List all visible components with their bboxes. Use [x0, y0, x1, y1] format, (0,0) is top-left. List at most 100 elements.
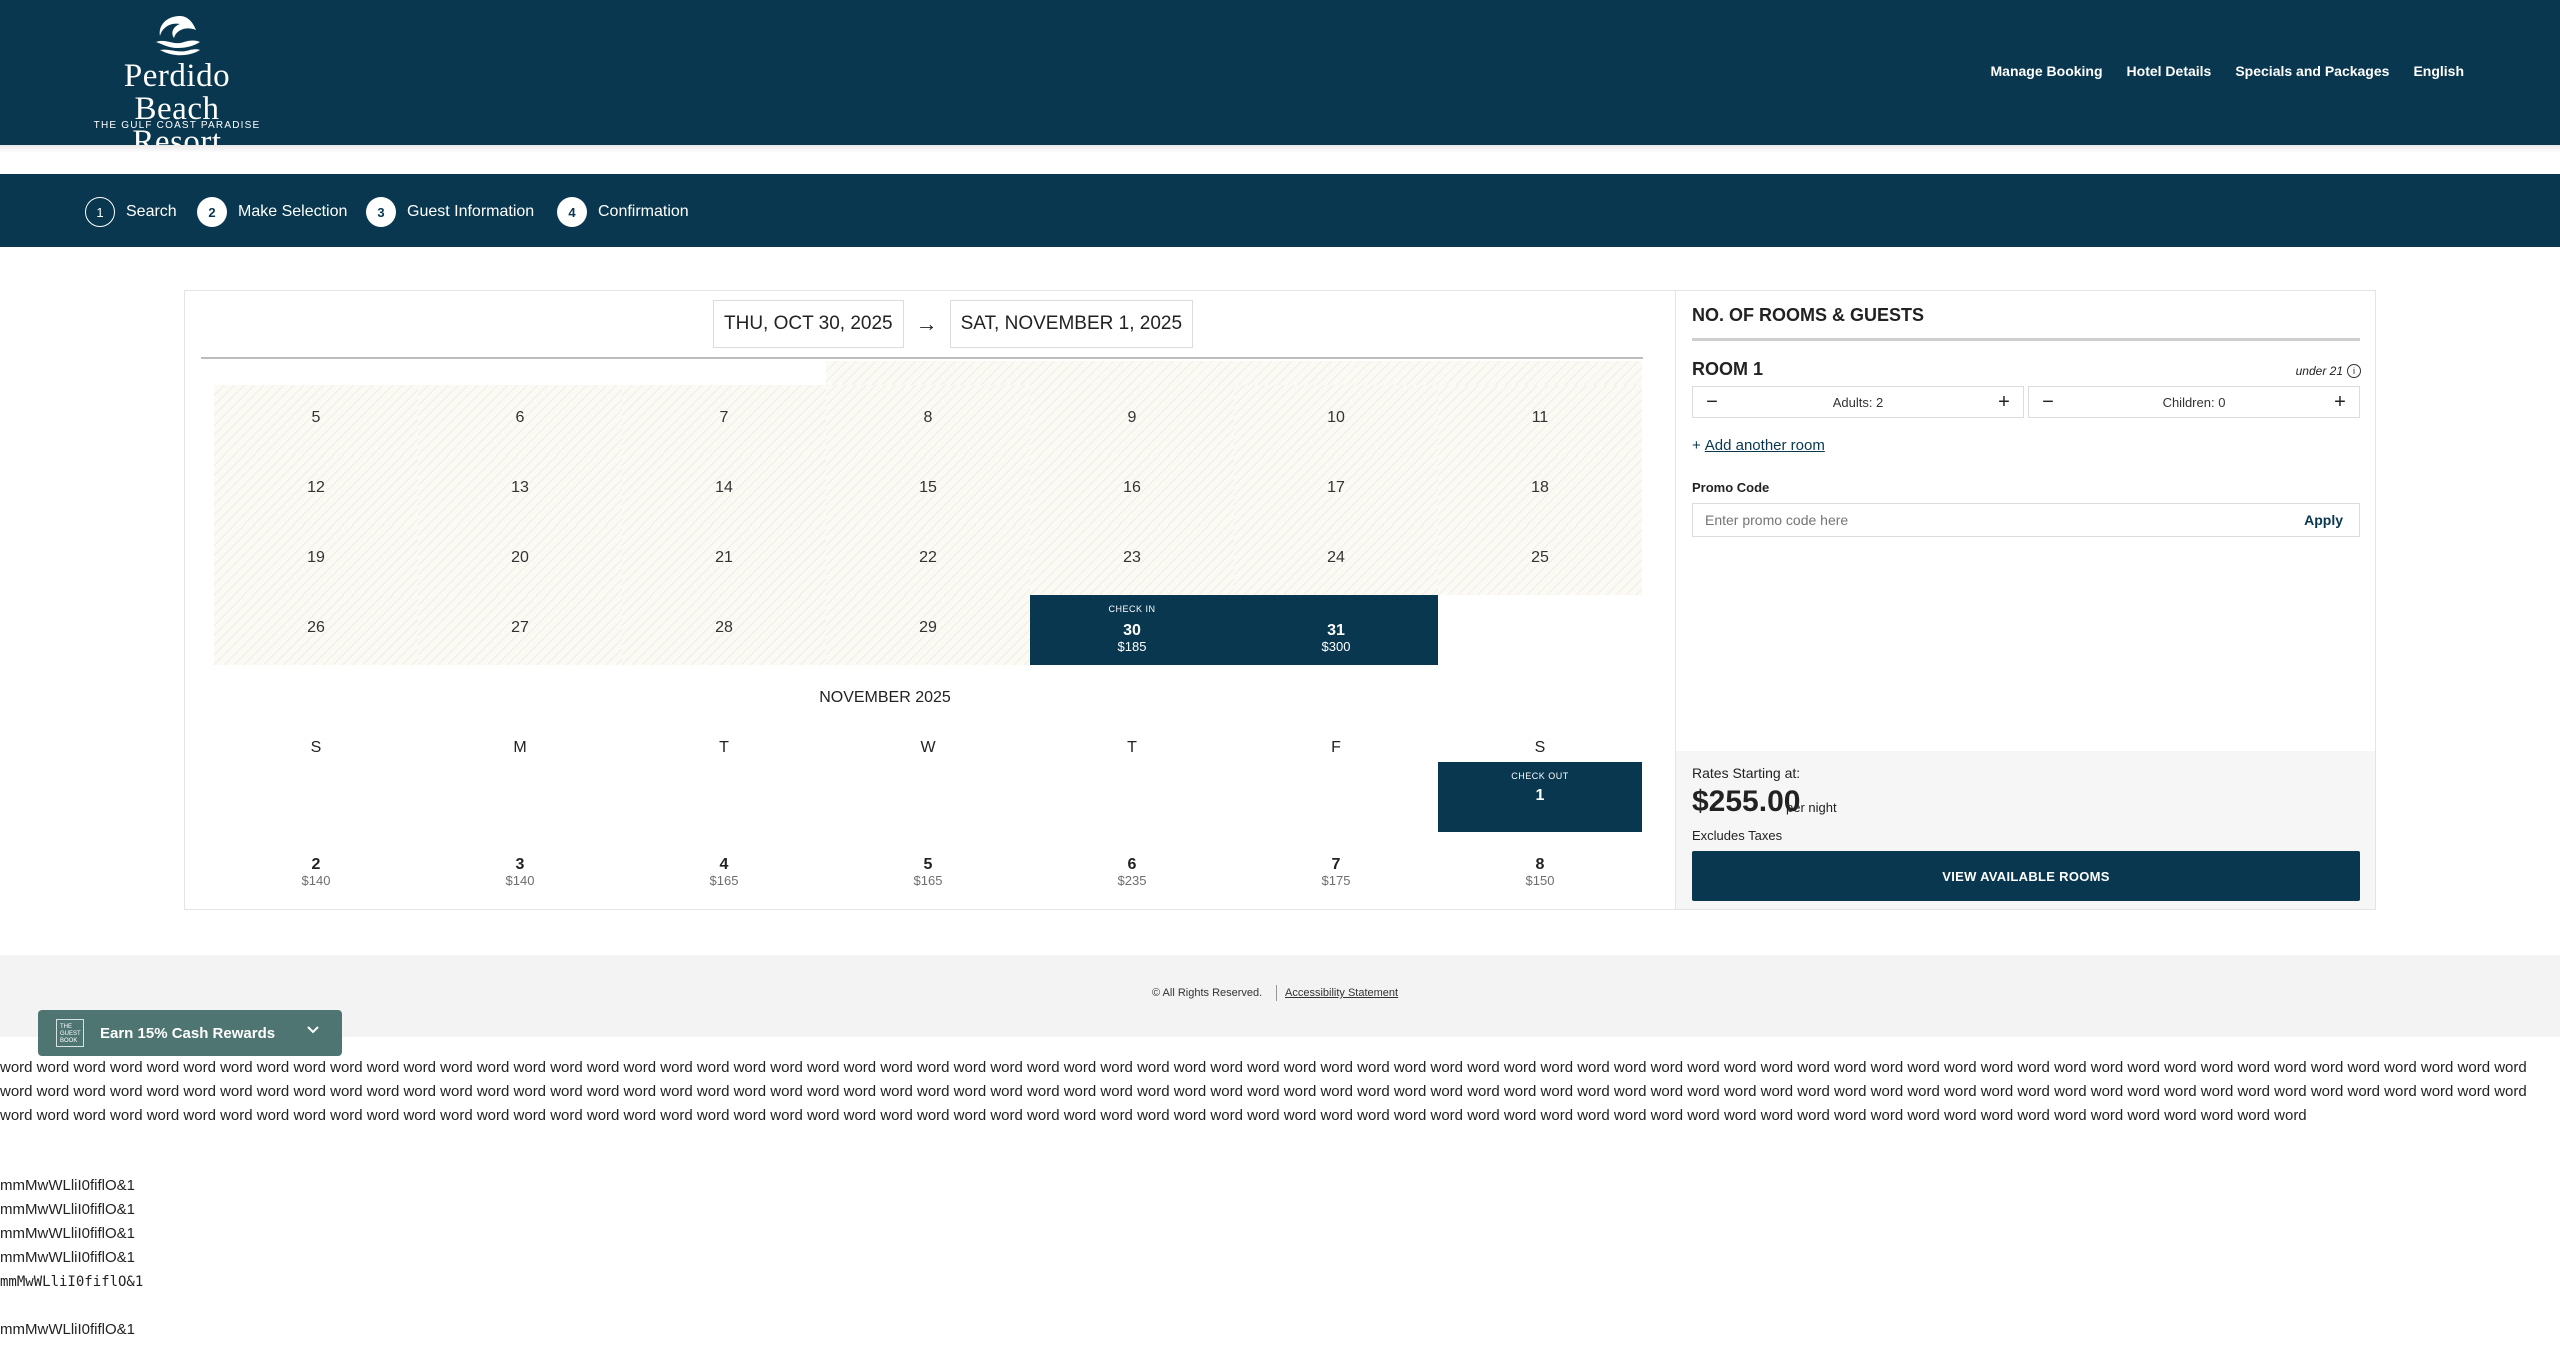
calendar-day[interactable]: 27	[418, 595, 622, 665]
calendar-day[interactable]: 5	[214, 385, 418, 455]
calendar-day[interactable]: 28	[622, 595, 826, 665]
step-make-selection[interactable]: 2 Make Selection	[197, 196, 347, 228]
calendar-day[interactable]: 6	[418, 385, 622, 455]
calendar-day[interactable]: 5 $165	[826, 842, 1030, 909]
calendar-day[interactable]: 25	[1438, 525, 1642, 595]
rewards-banner[interactable]: THE GUEST BOOK Earn 15% Cash Rewards	[38, 1010, 342, 1056]
calendar-day[interactable]: 18	[1438, 455, 1642, 525]
calendar-day[interactable]: 14	[622, 455, 826, 525]
day-number: 24	[1327, 549, 1345, 566]
promo-label: Promo Code	[1692, 480, 1770, 495]
month-title: NOVEMBER 2025	[819, 689, 951, 706]
calendar-day[interactable]: 10	[1234, 385, 1438, 455]
step-number: 3	[366, 197, 396, 227]
under21-note: under 21 i	[2296, 364, 2361, 378]
nav-hotel-details[interactable]: Hotel Details	[2127, 63, 2212, 79]
day-number: 2	[311, 856, 321, 873]
day-price: $300	[1321, 639, 1351, 654]
calendar-day[interactable]: 7	[622, 385, 826, 455]
day-number: 3	[515, 856, 525, 873]
calendar-day[interactable]: 9	[1030, 385, 1234, 455]
minus-icon[interactable]: −	[2039, 391, 2057, 414]
calendar-day[interactable]: 7 $175	[1234, 842, 1438, 909]
nav-specials-packages[interactable]: Specials and Packages	[2235, 63, 2389, 79]
day-number: 17	[1327, 479, 1345, 496]
rewards-label: Earn 15% Cash Rewards	[100, 1024, 276, 1042]
adults-count: Adults: 2	[1832, 394, 1884, 410]
apply-button[interactable]: Apply	[2304, 512, 2343, 528]
calendar-day[interactable]: 13	[418, 455, 622, 525]
day-number: 11	[1531, 409, 1549, 426]
footer-separator	[1276, 985, 1277, 1001]
accessibility-link[interactable]: Accessibility Statement	[1285, 987, 1398, 999]
calendar-day[interactable]: 15	[826, 455, 1030, 525]
checkin-date-field[interactable]: THU, OCT 30, 2025	[713, 300, 904, 348]
wave-logo-icon	[156, 16, 200, 56]
calendar-day[interactable]: 22	[826, 525, 1030, 595]
step-label: Make Selection	[238, 203, 348, 220]
site-header: Perdido Beach Resort THE GULF COAST PARA…	[0, 0, 2560, 159]
brand-tagline: THE GULF COAST PARADISE	[93, 120, 261, 131]
calendar-day[interactable]: 17	[1234, 455, 1438, 525]
calendar-day[interactable]: 12	[214, 455, 418, 525]
checkout-day[interactable]: CHECK OUT 1	[1438, 762, 1642, 832]
day-number: 22	[919, 549, 937, 566]
step-number: 1	[85, 197, 115, 227]
calendar-day[interactable]: 8 $150	[1438, 842, 1642, 909]
site-footer: © All Rights Reserved. Accessibility Sta…	[0, 955, 2560, 1037]
day-number: 7	[719, 409, 729, 426]
add-room-link[interactable]: + Add another room	[1692, 437, 1825, 454]
add-room-label: Add another room	[1704, 437, 1825, 454]
calendar-day[interactable]: 8	[826, 385, 1030, 455]
glyph-line: mmMwWLliI0fiflO&1	[0, 1249, 136, 1266]
nav-manage-booking[interactable]: Manage Booking	[1991, 63, 2103, 79]
calendar-day[interactable]: 21	[622, 525, 826, 595]
plus-icon[interactable]: +	[1995, 391, 2013, 414]
children-stepper: − Children: 0 +	[2028, 386, 2360, 418]
nav-language[interactable]: English	[2413, 63, 2464, 79]
glyph-line: mmMwWLliI0fiflO&1	[0, 1274, 144, 1290]
info-icon[interactable]: i	[2347, 364, 2361, 378]
calendar-day[interactable]: 2 $140	[214, 842, 418, 909]
calendar-day[interactable]: 19	[214, 525, 418, 595]
arrow-right-icon: →	[915, 311, 938, 336]
view-available-rooms-button[interactable]: VIEW AVAILABLE ROOMS	[1692, 851, 2360, 901]
day-number: 7	[1331, 856, 1341, 873]
day-number: 28	[715, 619, 733, 636]
step-confirmation[interactable]: 4 Confirmation	[557, 196, 689, 228]
day-number: 29	[919, 619, 937, 636]
selected-day[interactable]: 31 $300	[1234, 595, 1438, 665]
day-number: 4	[719, 856, 729, 873]
booking-panel: THU, OCT 30, 2025 → SAT, NOVEMBER 1, 202…	[184, 290, 2376, 910]
calendar-day[interactable]: 26	[214, 595, 418, 665]
calendar-day[interactable]: 11	[1438, 385, 1642, 455]
rooms-guests-title: NO. OF ROOMS & GUESTS	[1692, 305, 1925, 325]
calendar-day[interactable]: 20	[418, 525, 622, 595]
day-number: 21	[715, 549, 733, 566]
calendar-day[interactable]: 23	[1030, 525, 1234, 595]
starting-price: $255.00	[1692, 785, 1801, 818]
calendar-day[interactable]: 4 $165	[622, 842, 826, 909]
calendar-day[interactable]: 29	[826, 595, 1030, 665]
day-number: 9	[1127, 409, 1137, 426]
step-label: Guest Information	[407, 203, 535, 220]
resort-logo[interactable]: Perdido Beach Resort THE GULF COAST PARA…	[82, 12, 272, 159]
checkout-date-field[interactable]: SAT, NOVEMBER 1, 2025	[949, 300, 1194, 348]
minus-icon[interactable]: −	[1703, 391, 1721, 414]
checkin-day[interactable]: CHECK IN 30 $185	[1030, 595, 1234, 665]
day-number: 14	[715, 479, 733, 496]
day-number: 16	[1123, 479, 1141, 496]
section-divider	[1692, 338, 2360, 341]
day-number: 23	[1123, 549, 1141, 566]
calendar-day[interactable]: 3 $140	[418, 842, 622, 909]
glyph-line: mmMwWLliI0fiflO&1	[0, 1225, 136, 1242]
day-price: $165	[709, 873, 739, 888]
calendar-day[interactable]: 24	[1234, 525, 1438, 595]
plus-icon[interactable]: +	[2331, 391, 2349, 414]
promo-input[interactable]	[1693, 504, 2277, 536]
step-guest-information[interactable]: 3 Guest Information	[366, 196, 534, 228]
calendar-day[interactable]: 16	[1030, 455, 1234, 525]
calendar-day[interactable]: 6 $235	[1030, 842, 1234, 909]
children-count: Children: 0	[2162, 394, 2226, 410]
step-search[interactable]: 1 Search	[85, 196, 177, 228]
